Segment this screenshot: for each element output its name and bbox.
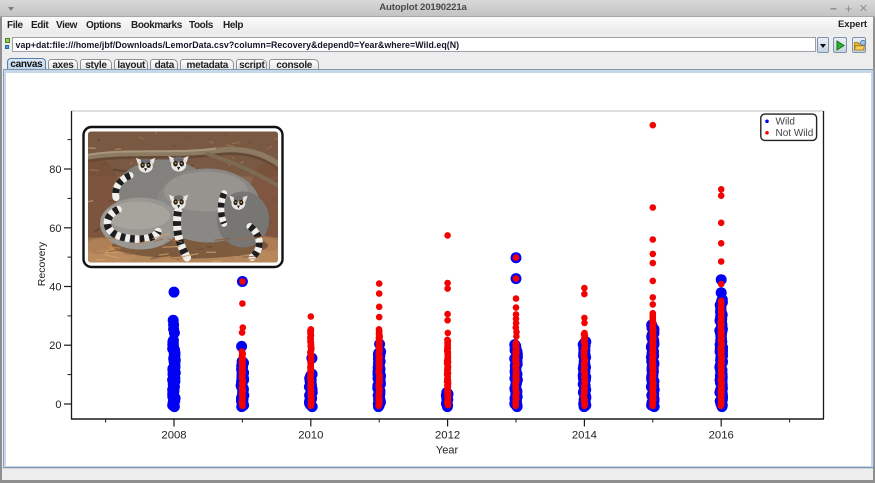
svg-text:2012: 2012	[435, 429, 460, 441]
svg-text:0: 0	[55, 399, 61, 411]
svg-text:Year: Year	[435, 444, 458, 456]
svg-text:2010: 2010	[298, 429, 323, 441]
svg-text:Not Wild: Not Wild	[775, 128, 813, 139]
svg-text:2014: 2014	[571, 429, 596, 441]
svg-text:80: 80	[49, 164, 61, 176]
svg-text:2016: 2016	[708, 429, 733, 441]
svg-text:Wild: Wild	[775, 116, 794, 127]
svg-text:20: 20	[49, 340, 61, 352]
svg-text:40: 40	[49, 281, 61, 293]
svg-text:60: 60	[49, 222, 61, 234]
svg-text:2008: 2008	[161, 429, 186, 441]
svg-text:Recovery: Recovery	[36, 241, 48, 286]
